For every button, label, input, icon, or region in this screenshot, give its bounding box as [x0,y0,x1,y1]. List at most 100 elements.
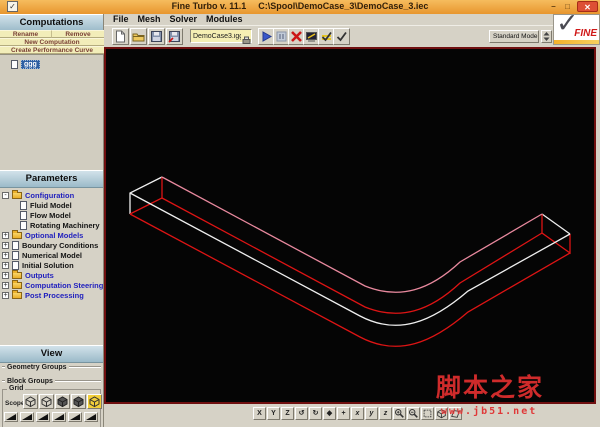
play-icon [260,30,273,43]
zoom-out-button[interactable] [407,407,420,420]
mode-select-arrow-button[interactable] [541,30,552,43]
axis-y-button[interactable]: Y [267,407,280,420]
rename-button[interactable]: Rename [0,30,52,38]
tree-item-computation-steering[interactable]: + Computation Steering [0,280,103,290]
doc-icon [20,201,27,210]
pan-button[interactable]: + [337,407,350,420]
tree-item-outputs[interactable]: +Outputs [0,270,103,280]
yellow-check-icon [320,30,333,43]
tree-item-label: Rotating Machinery [30,221,100,230]
expander-icon[interactable]: + [2,242,9,249]
expander-icon[interactable]: + [2,232,9,239]
tree-item-boundary-conditions[interactable]: + Boundary Conditions [0,240,103,250]
zoom-box-button[interactable] [421,407,434,420]
window-title: Fine Turbo v. 11.1C:\Spool\DemoCase_3\De… [0,1,600,11]
expander-icon[interactable]: + [2,292,9,299]
doc-icon [12,251,19,260]
watermark-chinese: 脚本之家 [436,368,544,404]
tree-item-numerical-model[interactable]: + Numerical Model [0,250,103,260]
axis-z-button[interactable]: Z [281,407,294,420]
new-computation-button[interactable]: New Computation [0,38,104,46]
tree-item-post-processing[interactable]: +Post Processing [0,290,103,300]
geometry-groups-label: Geometry Groups [7,364,67,371]
scope-buttons [23,394,103,409]
graphics-viewport[interactable]: 脚本之家 [104,47,596,404]
grid-wedge-2-button[interactable] [20,412,34,422]
menu-mesh[interactable]: Mesh [138,14,161,25]
grid-scope-2-button[interactable] [39,394,54,409]
grid-wedge-4-button[interactable] [52,412,66,422]
close-button[interactable]: ✕ [577,1,598,12]
open-folder-icon [132,30,145,43]
tree-item-optional-models[interactable]: + Optional Models [0,230,103,240]
create-performance-curve-button[interactable]: Create Performance Curve [0,46,104,54]
parameters-tree: -ConfigurationFluid ModelFlow ModelRotat… [0,190,103,300]
tree-item-label: Optional Models [25,231,83,240]
rotate-y-button[interactable]: y [365,407,378,420]
tree-item-initial-solution[interactable]: +Initial Solution [0,260,103,270]
open-project-button[interactable] [130,28,147,45]
grid-scope-1-button[interactable] [23,394,38,409]
grid-scope-5-button[interactable] [87,394,102,409]
cube-icon [88,395,101,408]
expander-icon[interactable]: + [2,282,9,289]
titlebar[interactable]: ✓ Fine Turbo v. 11.1C:\Spool\DemoCase_3\… [0,0,600,14]
expander-icon[interactable]: - [2,192,9,199]
tree-item-fluid-model[interactable]: Fluid Model [0,200,103,210]
tree-item-label: Numerical Model [22,251,82,260]
minimize-button[interactable]: – [547,1,560,12]
menu-file[interactable]: File [113,14,129,25]
grid-wedge-6-button[interactable] [84,412,98,422]
viewport-nav: XYZ ↺↻◆+xyz [253,407,463,420]
tree-item-label: Boundary Conditions [22,241,98,250]
doc-icon [12,261,19,270]
grid-scope-4-button[interactable] [71,394,86,409]
rotate-z-button[interactable]: z [379,407,392,420]
menu-solver[interactable]: Solver [170,14,198,25]
zoom-in-icon [394,407,405,420]
watermark-url: www.jb51.net [441,406,537,417]
grid-wedge-1-button[interactable] [4,412,18,422]
mode-select[interactable]: Standard Mode [489,30,539,43]
zoom-in-button[interactable] [393,407,406,420]
expander-icon[interactable]: + [2,262,9,269]
rotate-cw-button[interactable]: ↻ [309,407,322,420]
expander-icon[interactable]: + [2,252,9,259]
folder-icon [12,232,22,239]
wedge-icon [21,413,33,421]
grid-wedge-5-button[interactable] [68,412,82,422]
fit-view-button[interactable]: ◆ [323,407,336,420]
geometry-groups-section[interactable]: Geometry Groups [2,362,101,372]
tree-item-configuration[interactable]: -Configuration [0,190,103,200]
floppy-save-as-icon [168,30,181,43]
up-down-arrow-icon [543,32,550,41]
axis-x-icon: X [257,410,262,417]
tree-item-flow-model[interactable]: Flow Model [0,210,103,220]
rotate-ccw-button[interactable]: ↺ [295,407,308,420]
tree-item-rotating-machinery[interactable]: Rotating Machinery [0,220,103,230]
remove-button[interactable]: Remove [52,30,104,38]
document-icon [11,60,18,69]
save-project-button[interactable] [148,28,165,45]
computation-item-label[interactable]: ggg [21,60,40,69]
grid-scope-3-button[interactable] [55,394,70,409]
computations-tree[interactable]: ggg [0,54,103,171]
expander-icon[interactable]: + [2,272,9,279]
grid-wedge-3-button[interactable] [36,412,50,422]
parameters-header: Parameters [0,170,103,188]
save-project-as-button[interactable] [166,28,183,45]
axis-z-icon: Z [285,410,289,417]
menu-modules[interactable]: Modules [206,14,243,25]
toolbar: Standard Mode [104,25,553,48]
grid-label: Grid [7,385,25,392]
rotate-x-button[interactable]: x [351,407,364,420]
maximize-button[interactable]: □ [561,1,574,12]
rotate-y-icon: y [370,410,374,417]
axis-x-button[interactable]: X [253,407,266,420]
computation-item[interactable]: ggg [11,59,103,69]
new-project-button[interactable] [112,28,129,45]
accept-button[interactable] [333,28,350,45]
menubar: File Mesh Solver Modules [104,14,553,25]
tree-item-label: Computation Steering [25,281,103,290]
doc-icon [20,211,27,220]
